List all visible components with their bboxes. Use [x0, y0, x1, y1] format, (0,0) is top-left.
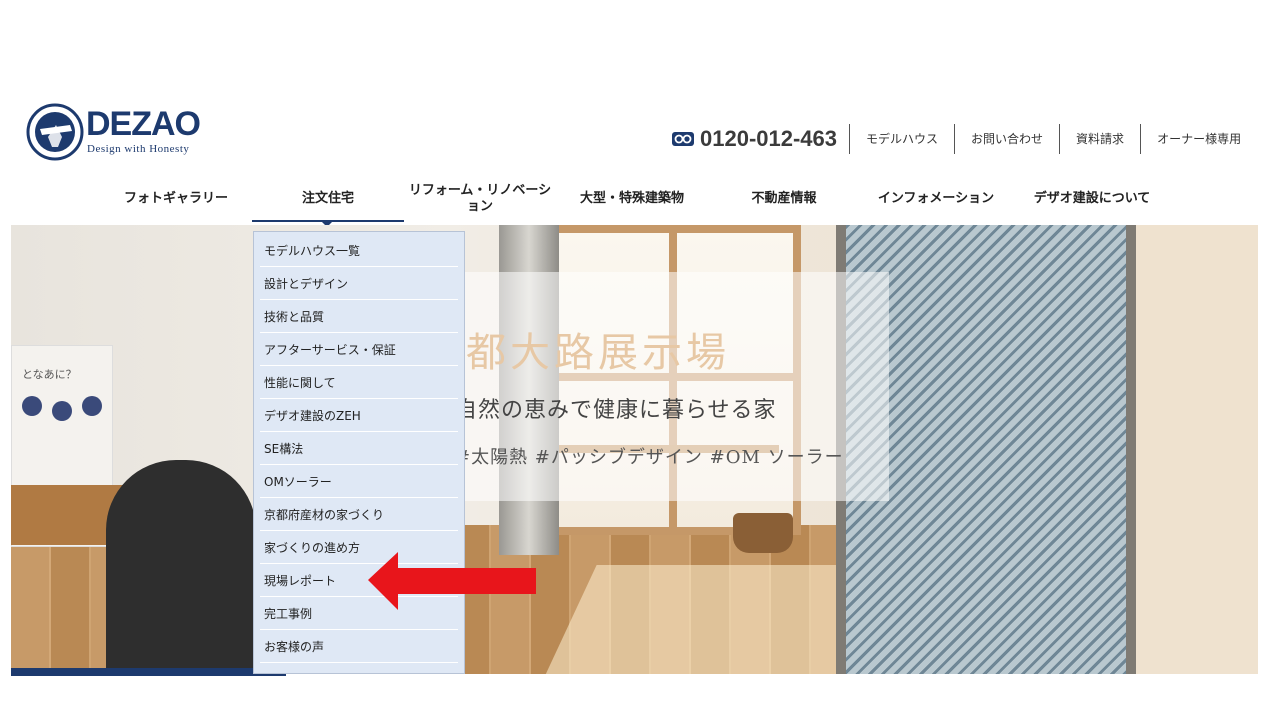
dropdown-item-after-service[interactable]: アフターサービス・保証 [260, 333, 458, 366]
nav-item-custom-home[interactable]: 注文住宅 [252, 178, 404, 222]
nav-item-reform-renovation[interactable]: リフォーム・リノベーション [404, 178, 556, 220]
phone-number[interactable]: 0120-012-463 [700, 126, 837, 152]
hero-chair [106, 460, 256, 674]
logo-tagline: Design with Honesty [87, 143, 190, 155]
hero-tags: #太陽熱 #パッシブデザイン #OM ソーラー [455, 447, 844, 468]
red-pointer-arrow-icon [368, 552, 536, 610]
dropdown-item-zeh[interactable]: デザオ建設のZEH [260, 399, 458, 432]
hero-subtitle: 自然の恵みで健康に暮らせる家 [455, 398, 777, 423]
dropdown-item-se-method[interactable]: SE構法 [260, 432, 458, 465]
poster-text: となあに？ [22, 368, 77, 381]
dropdown-item-om-solar[interactable]: OMソーラー [260, 465, 458, 498]
nav-item-information[interactable]: インフォメーション [860, 178, 1012, 220]
hero-basket [733, 513, 793, 553]
dezao-logo[interactable]: DEZAO Design with Honesty [26, 103, 206, 161]
logo-wordmark: DEZAO [86, 105, 201, 143]
dropdown-item-tech-quality[interactable]: 技術と品質 [260, 300, 458, 333]
freedial-icon [672, 132, 694, 146]
dropdown-item-kyoto-wood[interactable]: 京都府産材の家づくり [260, 498, 458, 531]
nav-item-large-buildings[interactable]: 大型・特殊建築物 [556, 178, 708, 220]
dropdown-item-performance[interactable]: 性能に関して [260, 366, 458, 399]
hero-right-wall [1136, 225, 1258, 674]
nav-item-about[interactable]: デザオ建設について [1012, 178, 1172, 220]
nav-item-photo-gallery[interactable]: フォトギャラリー [100, 178, 252, 220]
status-bar [11, 668, 286, 676]
utility-bar: 0120-012-463 モデルハウス お問い合わせ 資料請求 オーナー様専用 [672, 122, 1257, 156]
util-link-owners[interactable]: オーナー様専用 [1140, 124, 1257, 154]
dropdown-item-model-house-list[interactable]: モデルハウス一覧 [260, 234, 458, 267]
nav-item-real-estate[interactable]: 不動産情報 [708, 178, 860, 220]
hero-banner[interactable]: となあに？ 都大路展示場 自然の恵みで健康に暮らせる家 #太陽熱 #パッシブデザ… [11, 225, 1258, 674]
util-link-contact[interactable]: お問い合わせ [954, 124, 1059, 154]
logo-emblem-icon [26, 103, 84, 161]
util-link-request-docs[interactable]: 資料請求 [1059, 124, 1140, 154]
dropdown-item-design[interactable]: 設計とデザイン [260, 267, 458, 300]
hero-title: 都大路展示場 [466, 330, 730, 376]
dropdown-item-customer-voices[interactable]: お客様の声 [260, 630, 458, 663]
util-link-model-house[interactable]: モデルハウス [849, 124, 954, 154]
